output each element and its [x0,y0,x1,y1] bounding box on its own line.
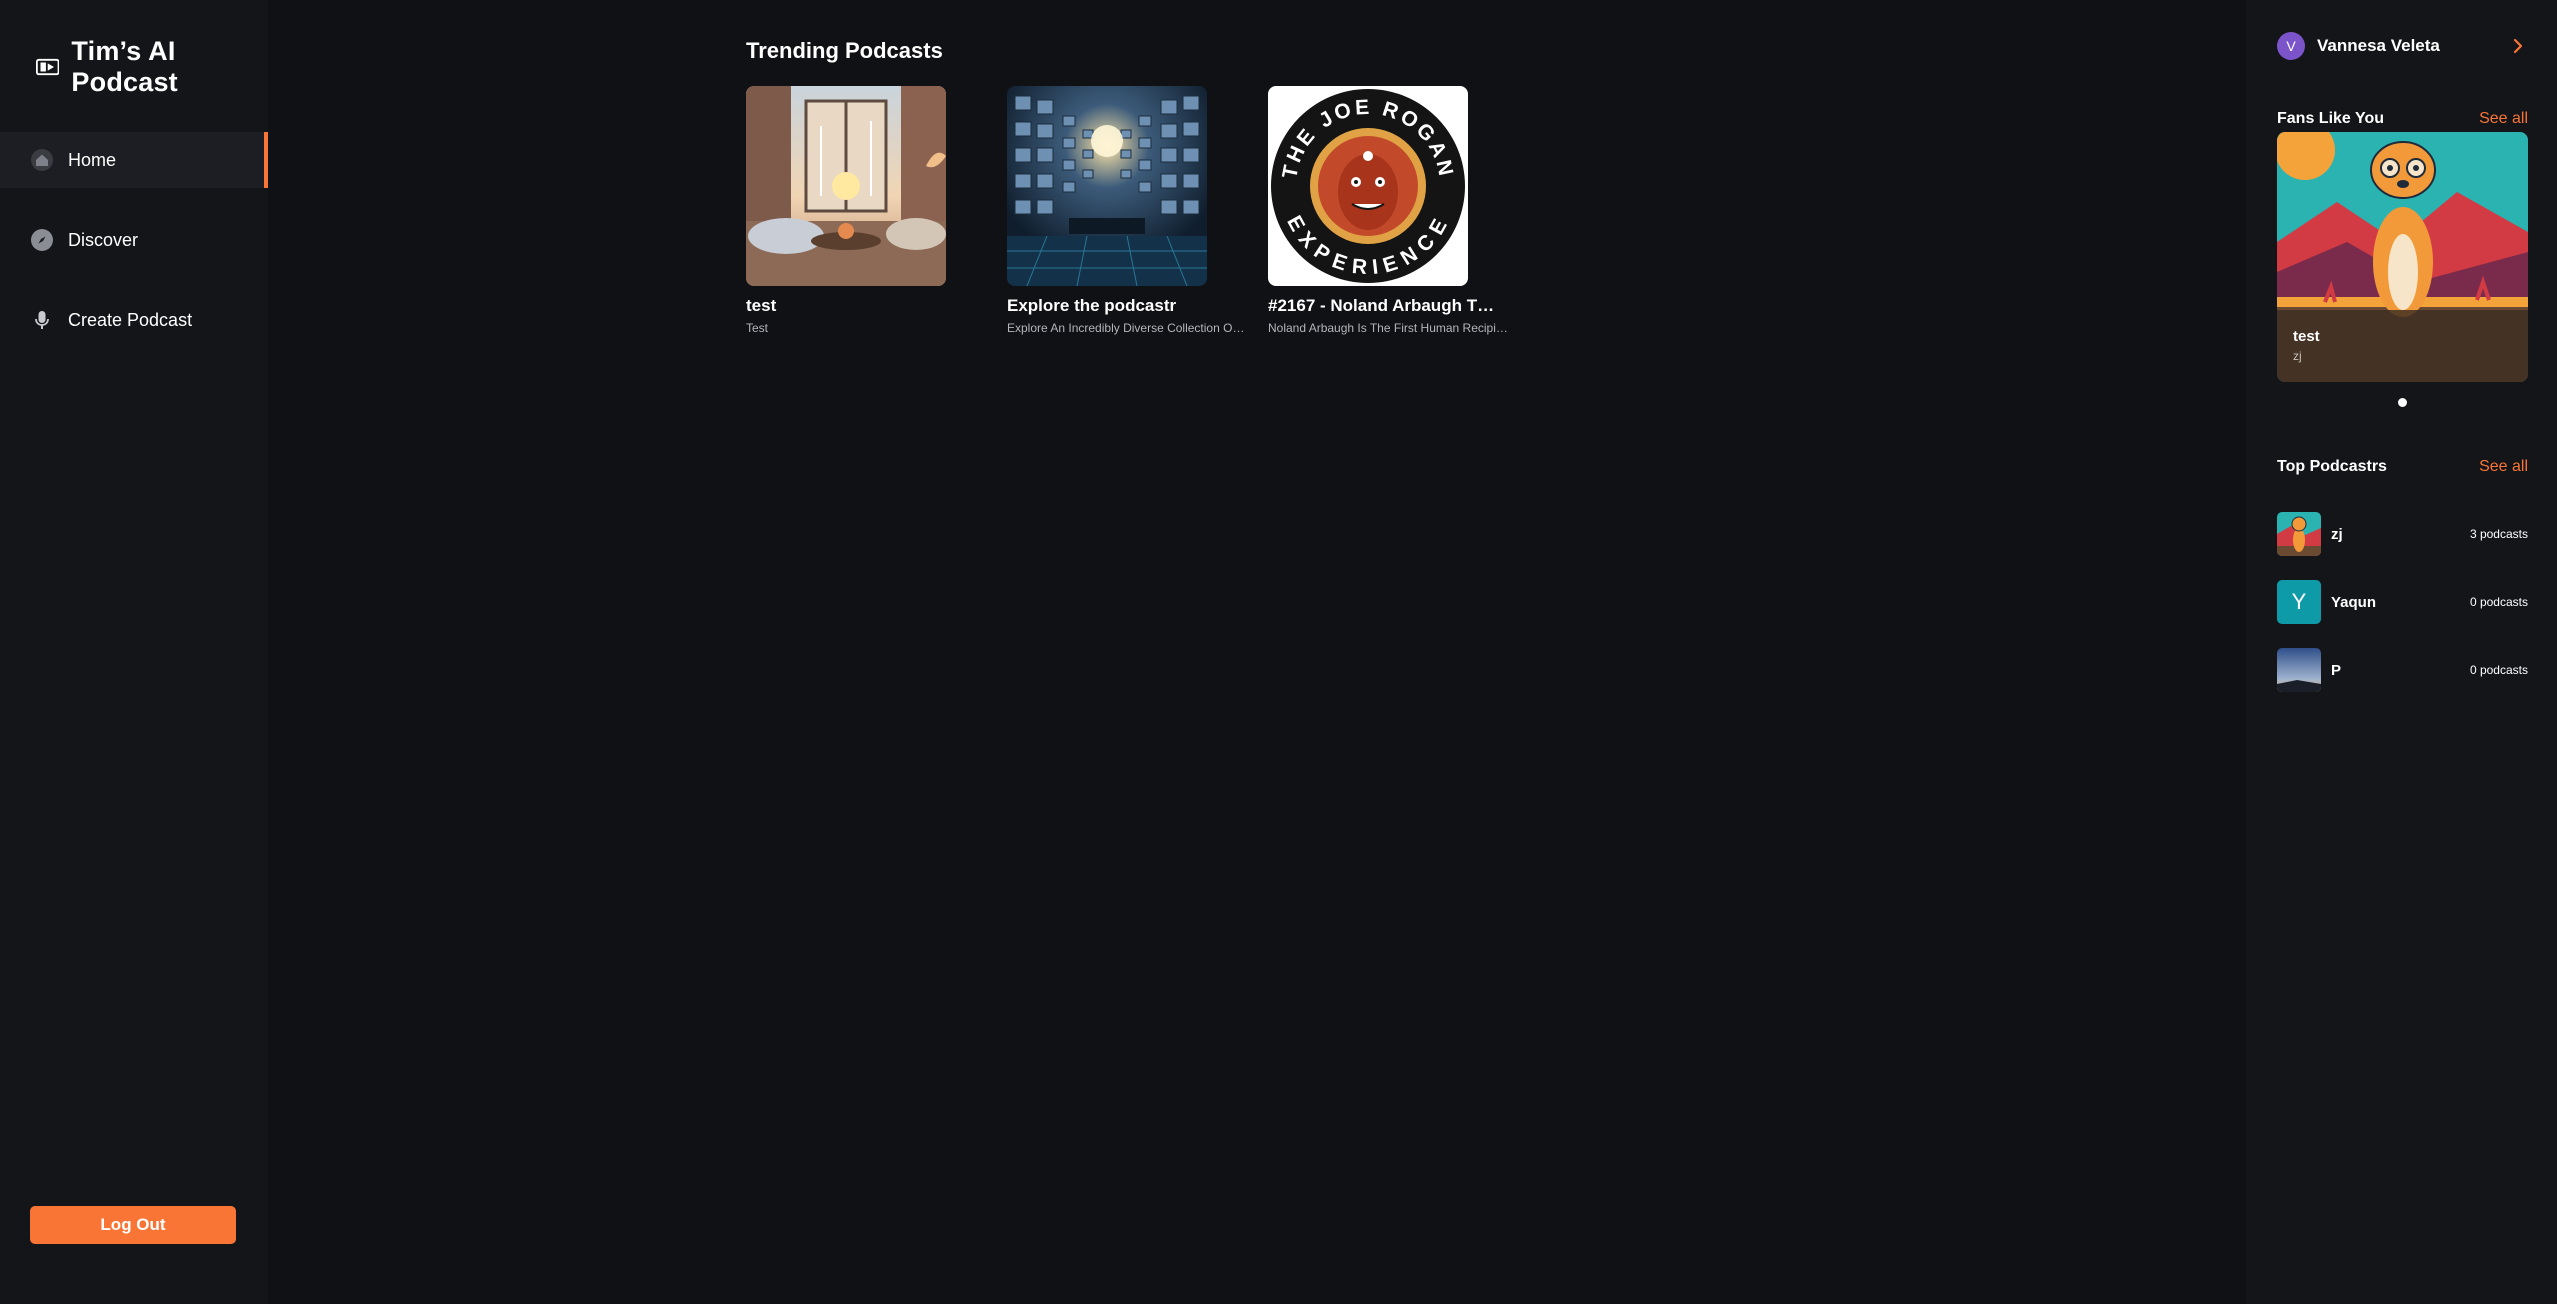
list-item[interactable]: P 0 podcasts [2277,648,2528,692]
fan-card-overlay: test zj [2277,310,2528,382]
sidebar-item-discover[interactable]: Discover [0,212,268,268]
fans-title: Fans Like You [2277,110,2384,127]
main-nav: Home Discover Create Podcast [0,132,268,372]
top-podcastrs-list: zj 3 podcasts Y Yaqun 0 podcasts P 0 pod… [2277,512,2528,716]
podcast-cover-image [1007,86,1207,286]
chevron-right-icon [2513,38,2523,54]
carousel-dot[interactable] [2398,398,2407,407]
list-item[interactable]: zj 3 podcasts [2277,512,2528,556]
top-podcastrs-title: Top Podcastrs [2277,458,2387,475]
podcast-description: Explore An Incredibly Diverse Collection… [1007,321,1247,335]
podcast-cover-image [746,86,946,286]
podcast-logo-icon [36,58,60,76]
podcast-title: #2167 - Noland Arbaugh The First Human N… [1268,296,1503,315]
list-item[interactable]: Y Yaqun 0 podcasts [2277,580,2528,624]
podcast-title: test [746,296,777,315]
podcastr-name: P [2331,661,2342,679]
podcast-count: 3 podcasts [2469,527,2528,541]
sidebar-item-home[interactable]: Home [0,132,268,188]
podcastr-name: zj [2331,525,2343,543]
podcast-title: Explore the podcastr [1007,296,1177,315]
trending-title: Trending Podcasts [746,38,943,63]
sidebar-item-label: Home [68,149,117,170]
trending-podcasts: test Test Explore the podcastr Explore A… [746,86,1508,335]
user-profile-link[interactable]: V Vannesa Veleta [2277,32,2528,60]
podcast-cover-image: THE JOE ROGAN EXPERIENCE [1268,86,1468,286]
avatar [2277,512,2321,556]
podcast-card[interactable]: test Test [746,86,946,335]
avatar: V [2277,32,2305,60]
podcast-description: Noland Arbaugh Is The First Human Recipi… [1268,321,1508,335]
brand[interactable]: Tim’s AI Podcast [36,36,268,98]
top-podcastrs-header: Top Podcastrs See all [2277,458,2528,476]
podcast-description: Test [746,321,769,335]
sidebar-item-label: Discover [68,229,139,250]
main-content: Trending Podcasts test Test Explore the … [268,0,2246,1304]
podcastr-name: Yaqun [2331,593,2377,611]
right-sidebar: V Vannesa Veleta Fans Like You See all t… [2246,0,2557,1304]
home-icon [31,149,53,171]
logout-button[interactable]: Log Out [30,1206,236,1244]
fans-see-all-link[interactable]: See all [2479,110,2528,128]
fan-card-title: test [2293,328,2320,345]
compass-icon [31,229,53,251]
fan-card-author: zj [2293,349,2302,363]
avatar: Y [2277,580,2321,624]
microphone-icon [35,311,49,329]
fans-header: Fans Like You See all [2277,110,2528,128]
podcast-card[interactable]: Explore the podcastr Explore An Incredib… [1007,86,1247,335]
left-sidebar: Tim’s AI Podcast Home Discover Create Po… [0,0,268,1304]
sidebar-item-create-podcast[interactable]: Create Podcast [0,292,268,348]
app-title: Tim’s AI Podcast [71,36,178,97]
podcast-count: 0 podcasts [2469,595,2528,609]
avatar [2277,648,2321,692]
top-podcastrs-see-all-link[interactable]: See all [2479,458,2528,476]
podcast-card[interactable]: THE JOE ROGAN EXPERIENCE #2167 - Noland … [1268,86,1508,335]
avatar-initial: Y [2277,580,2321,624]
sidebar-item-label: Create Podcast [68,309,193,330]
podcast-count: 0 podcasts [2469,663,2528,677]
user-name: Vannesa Veleta [2317,36,2440,55]
fan-podcast-card[interactable]: test zj [2277,132,2528,382]
